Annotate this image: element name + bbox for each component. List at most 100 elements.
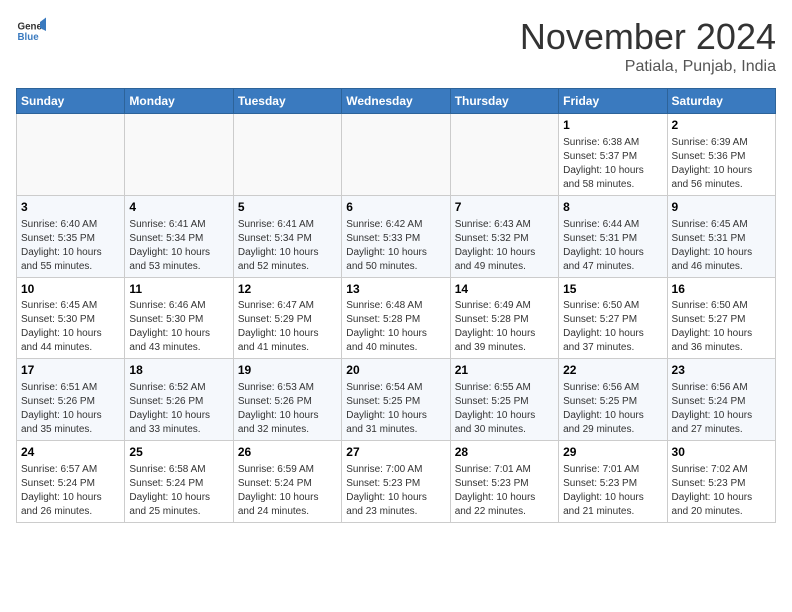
calendar-week-2: 3 Sunrise: 6:40 AM Sunset: 5:35 PM Daylig…: [17, 195, 776, 277]
day-number: 21: [455, 362, 554, 379]
calendar-cell: [125, 114, 233, 196]
day-info: Sunrise: 6:46 AM Sunset: 5:30 PM Dayligh…: [129, 299, 228, 355]
day-number: 17: [21, 362, 120, 379]
day-info: Sunrise: 6:55 AM Sunset: 5:25 PM Dayligh…: [455, 381, 554, 437]
calendar-cell: 25 Sunrise: 6:58 AM Sunset: 5:24 PM Dayli…: [125, 441, 233, 523]
calendar-cell: 13Sunrise: 6:48 AM Sunset: 5:28 PM Dayli…: [342, 277, 450, 359]
day-number: 18: [129, 362, 228, 379]
calendar-cell: 3 Sunrise: 6:40 AM Sunset: 5:35 PM Daylig…: [17, 195, 125, 277]
calendar-cell: [342, 114, 450, 196]
day-number: 19: [238, 362, 337, 379]
calendar-cell: 30 Sunrise: 7:02 AM Sunset: 5:23 PM Dayli…: [667, 441, 775, 523]
day-number: 6: [346, 199, 445, 216]
calendar-header-row: SundayMondayTuesdayWednesdayThursdayFrid…: [17, 89, 776, 114]
day-info: Sunrise: 6:51 AM Sunset: 5:26 PM Dayligh…: [21, 381, 120, 437]
day-info: Sunrise: 7:01 AM Sunset: 5:23 PM Dayligh…: [455, 463, 554, 519]
day-info: Sunrise: 6:47 AM Sunset: 5:29 PM Dayligh…: [238, 299, 337, 355]
calendar-cell: 26Sunrise: 6:59 AM Sunset: 5:24 PM Dayli…: [233, 441, 341, 523]
day-info: Sunrise: 6:54 AM Sunset: 5:25 PM Dayligh…: [346, 381, 445, 437]
day-number: 22: [563, 362, 662, 379]
day-info: Sunrise: 6:48 AM Sunset: 5:28 PM Dayligh…: [346, 299, 445, 355]
calendar-cell: [17, 114, 125, 196]
day-number: 1: [563, 117, 662, 134]
day-info: Sunrise: 6:43 AM Sunset: 5:32 PM Dayligh…: [455, 218, 554, 274]
day-number: 16: [672, 281, 771, 298]
logo: General Blue: [16, 16, 46, 46]
calendar-cell: 6 Sunrise: 6:42 AM Sunset: 5:33 PM Daylig…: [342, 195, 450, 277]
day-info: Sunrise: 7:02 AM Sunset: 5:23 PM Dayligh…: [672, 463, 771, 519]
calendar-cell: 27 Sunrise: 7:00 AM Sunset: 5:23 PM Dayli…: [342, 441, 450, 523]
calendar-cell: 16Sunrise: 6:50 AM Sunset: 5:27 PM Dayli…: [667, 277, 775, 359]
calendar-header-monday: Monday: [125, 89, 233, 114]
page-header: General Blue November 2024 Patiala, Punj…: [16, 16, 776, 76]
calendar-cell: 7 Sunrise: 6:43 AM Sunset: 5:32 PM Daylig…: [450, 195, 558, 277]
calendar-header-saturday: Saturday: [667, 89, 775, 114]
day-info: Sunrise: 6:52 AM Sunset: 5:26 PM Dayligh…: [129, 381, 228, 437]
calendar-cell: 17 Sunrise: 6:51 AM Sunset: 5:26 PM Dayli…: [17, 359, 125, 441]
day-info: Sunrise: 6:40 AM Sunset: 5:35 PM Dayligh…: [21, 218, 120, 274]
calendar-cell: 14Sunrise: 6:49 AM Sunset: 5:28 PM Dayli…: [450, 277, 558, 359]
day-number: 9: [672, 199, 771, 216]
day-info: Sunrise: 6:44 AM Sunset: 5:31 PM Dayligh…: [563, 218, 662, 274]
day-info: Sunrise: 7:00 AM Sunset: 5:23 PM Dayligh…: [346, 463, 445, 519]
day-info: Sunrise: 6:56 AM Sunset: 5:25 PM Dayligh…: [563, 381, 662, 437]
calendar-cell: 9Sunrise: 6:45 AM Sunset: 5:31 PM Daylig…: [667, 195, 775, 277]
day-info: Sunrise: 7:01 AM Sunset: 5:23 PM Dayligh…: [563, 463, 662, 519]
day-number: 25: [129, 444, 228, 461]
calendar-header-wednesday: Wednesday: [342, 89, 450, 114]
day-number: 4: [129, 199, 228, 216]
day-info: Sunrise: 6:56 AM Sunset: 5:24 PM Dayligh…: [672, 381, 771, 437]
day-number: 8: [563, 199, 662, 216]
calendar-cell: 22 Sunrise: 6:56 AM Sunset: 5:25 PM Dayli…: [559, 359, 667, 441]
calendar-cell: 12Sunrise: 6:47 AM Sunset: 5:29 PM Dayli…: [233, 277, 341, 359]
calendar-cell: 2 Sunrise: 6:39 AM Sunset: 5:36 PM Daylig…: [667, 114, 775, 196]
calendar-cell: 11Sunrise: 6:46 AM Sunset: 5:30 PM Dayli…: [125, 277, 233, 359]
calendar-week-4: 17 Sunrise: 6:51 AM Sunset: 5:26 PM Dayli…: [17, 359, 776, 441]
day-info: Sunrise: 6:42 AM Sunset: 5:33 PM Dayligh…: [346, 218, 445, 274]
logo-icon: General Blue: [16, 16, 46, 46]
day-number: 15: [563, 281, 662, 298]
day-info: Sunrise: 6:57 AM Sunset: 5:24 PM Dayligh…: [21, 463, 120, 519]
calendar-cell: 23 Sunrise: 6:56 AM Sunset: 5:24 PM Dayli…: [667, 359, 775, 441]
day-number: 24: [21, 444, 120, 461]
day-number: 30: [672, 444, 771, 461]
location-title: Patiala, Punjab, India: [520, 58, 776, 76]
calendar-week-5: 24 Sunrise: 6:57 AM Sunset: 5:24 PM Dayli…: [17, 441, 776, 523]
day-info: Sunrise: 6:59 AM Sunset: 5:24 PM Dayligh…: [238, 463, 337, 519]
day-number: 14: [455, 281, 554, 298]
calendar-header-sunday: Sunday: [17, 89, 125, 114]
calendar-cell: 1Sunrise: 6:38 AM Sunset: 5:37 PM Daylig…: [559, 114, 667, 196]
day-info: Sunrise: 6:50 AM Sunset: 5:27 PM Dayligh…: [672, 299, 771, 355]
day-info: Sunrise: 6:50 AM Sunset: 5:27 PM Dayligh…: [563, 299, 662, 355]
month-title: November 2024: [520, 16, 776, 58]
day-number: 27: [346, 444, 445, 461]
day-number: 3: [21, 199, 120, 216]
calendar-cell: [450, 114, 558, 196]
calendar-cell: 19 Sunrise: 6:53 AM Sunset: 5:26 PM Dayli…: [233, 359, 341, 441]
day-info: Sunrise: 6:39 AM Sunset: 5:36 PM Dayligh…: [672, 136, 771, 192]
day-number: 28: [455, 444, 554, 461]
day-number: 13: [346, 281, 445, 298]
calendar-cell: 4Sunrise: 6:41 AM Sunset: 5:34 PM Daylig…: [125, 195, 233, 277]
calendar-week-3: 10Sunrise: 6:45 AM Sunset: 5:30 PM Dayli…: [17, 277, 776, 359]
day-number: 2: [672, 117, 771, 134]
day-info: Sunrise: 6:45 AM Sunset: 5:30 PM Dayligh…: [21, 299, 120, 355]
day-number: 10: [21, 281, 120, 298]
calendar-table: SundayMondayTuesdayWednesdayThursdayFrid…: [16, 88, 776, 523]
calendar-cell: 20 Sunrise: 6:54 AM Sunset: 5:25 PM Dayli…: [342, 359, 450, 441]
calendar-cell: 18 Sunrise: 6:52 AM Sunset: 5:26 PM Dayli…: [125, 359, 233, 441]
day-number: 7: [455, 199, 554, 216]
calendar-header-friday: Friday: [559, 89, 667, 114]
day-number: 23: [672, 362, 771, 379]
day-number: 5: [238, 199, 337, 216]
calendar-cell: 24 Sunrise: 6:57 AM Sunset: 5:24 PM Dayli…: [17, 441, 125, 523]
calendar-cell: 21 Sunrise: 6:55 AM Sunset: 5:25 PM Dayli…: [450, 359, 558, 441]
calendar-week-1: 1Sunrise: 6:38 AM Sunset: 5:37 PM Daylig…: [17, 114, 776, 196]
calendar-cell: 5Sunrise: 6:41 AM Sunset: 5:34 PM Daylig…: [233, 195, 341, 277]
day-number: 29: [563, 444, 662, 461]
day-number: 20: [346, 362, 445, 379]
day-info: Sunrise: 6:58 AM Sunset: 5:24 PM Dayligh…: [129, 463, 228, 519]
day-info: Sunrise: 6:53 AM Sunset: 5:26 PM Dayligh…: [238, 381, 337, 437]
day-number: 12: [238, 281, 337, 298]
calendar-header-tuesday: Tuesday: [233, 89, 341, 114]
